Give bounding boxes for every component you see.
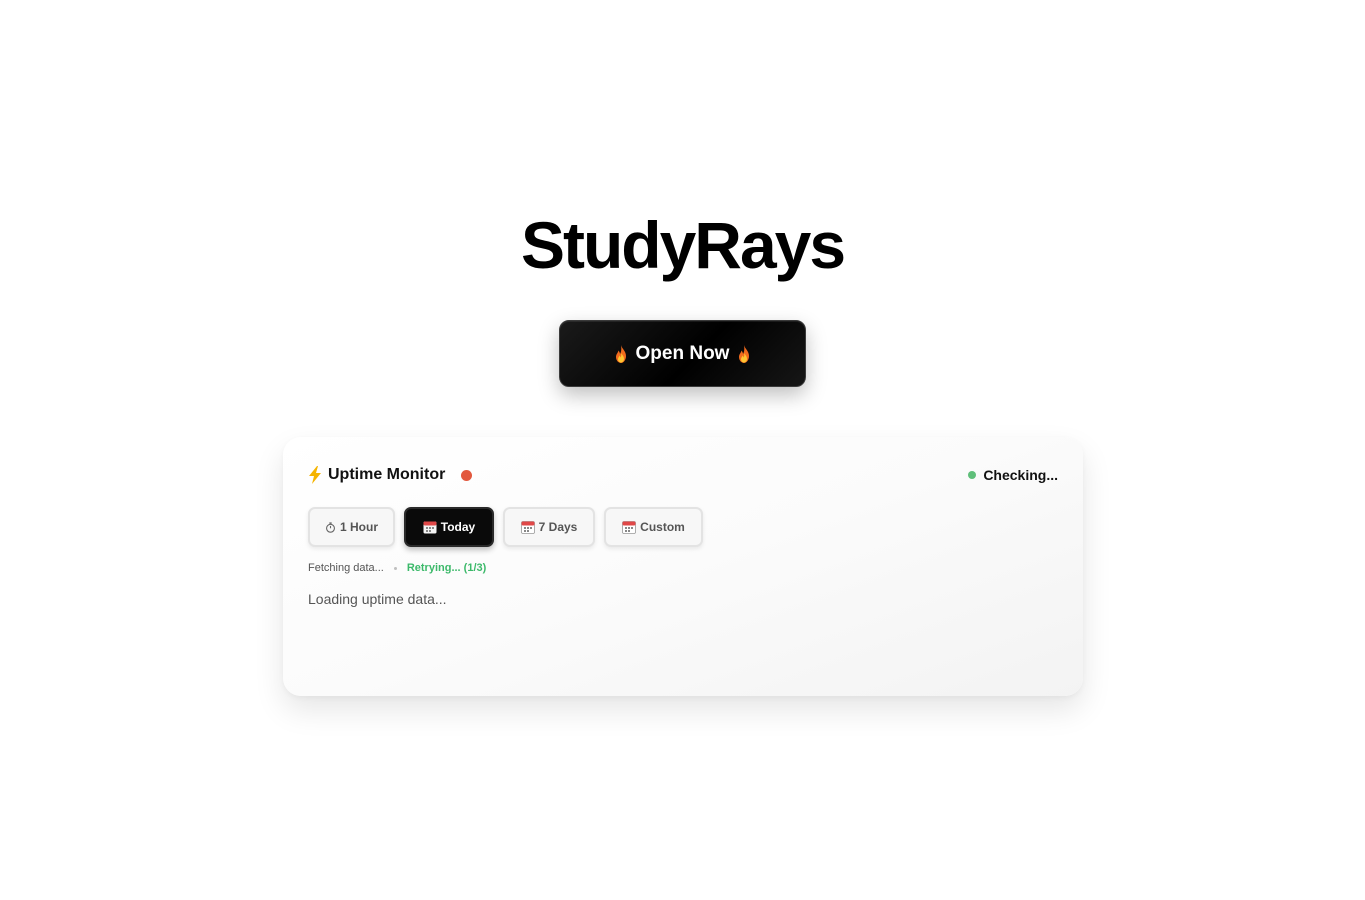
- brand-title: StudyRays: [520, 208, 846, 282]
- range-tabs: 1 Hour Today 7 Days Custom: [308, 507, 703, 547]
- loading-message: Loading uptime data...: [308, 591, 447, 607]
- open-now-label: Open Now: [635, 342, 730, 364]
- status-dot: [968, 471, 977, 479]
- fetch-status-row: Fetching data... Retrying... (1/3): [308, 562, 486, 574]
- tab-1-hour[interactable]: 1 Hour: [308, 507, 395, 547]
- tab-label: 7 Days: [538, 520, 578, 534]
- fire-icon: [739, 344, 750, 363]
- page: StudyRays Open Now Uptime Monitor Checki…: [0, 0, 1365, 900]
- calendar-icon: [520, 521, 535, 534]
- tab-label: Custom: [640, 520, 685, 534]
- status-indicator: Checking...: [968, 467, 1058, 483]
- monitor-title: Uptime Monitor: [308, 466, 473, 484]
- monitor-title-text: Uptime Monitor: [328, 466, 446, 483]
- fetch-status-text: Fetching data...: [308, 562, 384, 574]
- uptime-monitor-card: Uptime Monitor Checking... 1 Hour Today …: [283, 437, 1083, 696]
- open-now-button[interactable]: Open Now: [559, 320, 806, 387]
- status-text: Checking...: [983, 467, 1058, 483]
- calendar-icon: [622, 521, 637, 534]
- retry-status-text: Retrying... (1/3): [406, 562, 487, 574]
- live-indicator-dot: [461, 469, 473, 481]
- tab-today[interactable]: Today: [404, 507, 494, 547]
- separator-dot: [393, 566, 397, 570]
- monitor-header: Uptime Monitor Checking...: [308, 464, 1058, 486]
- tab-label: 1 Hour: [339, 520, 378, 534]
- tab-label: Today: [440, 520, 476, 534]
- lightning-bolt-icon: [309, 466, 321, 484]
- fire-icon: [615, 344, 626, 363]
- tab-custom[interactable]: Custom: [604, 507, 703, 547]
- tab-7-days[interactable]: 7 Days: [503, 507, 595, 547]
- calendar-icon: [423, 521, 437, 534]
- stopwatch-icon: [326, 521, 335, 533]
